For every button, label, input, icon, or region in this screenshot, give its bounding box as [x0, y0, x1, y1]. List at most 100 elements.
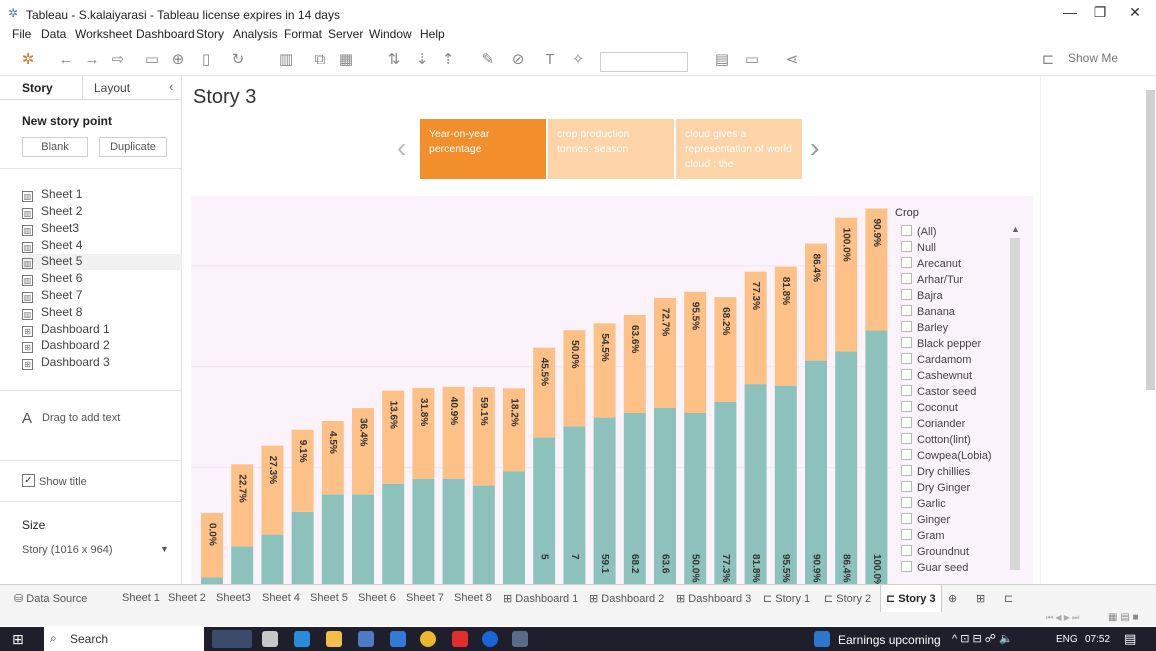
highlight-icon[interactable]: ✎: [478, 50, 498, 70]
facebook-icon[interactable]: [482, 631, 498, 647]
legend-item[interactable]: Ginger: [901, 513, 950, 529]
bar-lower[interactable]: [472, 485, 495, 584]
drag-text-label[interactable]: Drag to add text: [42, 412, 120, 424]
legend-item[interactable]: Arecanut: [901, 257, 961, 273]
sheet-tab[interactable]: Sheet 4: [262, 592, 300, 604]
legend-item[interactable]: Cardamom: [901, 353, 971, 369]
legend-item[interactable]: Black pepper: [901, 337, 981, 353]
chevron-up-icon[interactable]: ▲: [1011, 224, 1020, 234]
sheet-item[interactable]: ▥ Sheet 2: [22, 204, 82, 220]
sheet-tab[interactable]: Sheet 5: [310, 592, 348, 604]
menu-format[interactable]: Format: [284, 27, 322, 41]
bar-lower[interactable]: [865, 330, 888, 584]
chrome-icon[interactable]: [420, 631, 436, 647]
undo-icon[interactable]: ←: [56, 50, 76, 70]
replay-icon[interactable]: ⇨: [108, 50, 128, 70]
taskbar-search[interactable]: ⌕ Search: [44, 627, 204, 651]
refresh-icon[interactable]: ↻: [228, 50, 248, 70]
view-mode-icon[interactable]: ▦ ▤ ■: [1108, 612, 1139, 623]
notifications-icon[interactable]: ▤: [1124, 631, 1136, 647]
menu-data[interactable]: Data: [41, 27, 66, 41]
menu-worksheet[interactable]: Worksheet: [75, 27, 132, 41]
tableau-home-icon[interactable]: ✲: [18, 50, 38, 70]
dashboard-tab[interactable]: ⊞ Dashboard 3: [676, 592, 751, 605]
language-indicator[interactable]: ENG: [1056, 634, 1078, 645]
bar-lower[interactable]: [382, 483, 405, 584]
sheet-tab[interactable]: Sheet 7: [406, 592, 444, 604]
menu-file[interactable]: File: [12, 27, 31, 41]
story-point-1[interactable]: Year-on-year percentage: [420, 119, 546, 179]
bar-lower[interactable]: [563, 426, 586, 584]
legend-item[interactable]: Gram: [901, 529, 945, 545]
save-icon[interactable]: ▭: [142, 50, 162, 70]
checkbox[interactable]: [901, 305, 912, 316]
sheet-item[interactable]: ⊞ Dashboard 1: [22, 322, 110, 338]
news-text[interactable]: Earnings upcoming: [838, 633, 941, 647]
legend-item[interactable]: Cowpea(Lobia): [901, 449, 992, 465]
menu-analysis[interactable]: Analysis: [233, 27, 278, 41]
youtube-icon[interactable]: [452, 631, 468, 647]
legend-item[interactable]: Bajra: [901, 289, 943, 305]
menu-window[interactable]: Window: [369, 27, 412, 41]
checkbox[interactable]: [901, 353, 912, 364]
new-dashboard-tab-icon[interactable]: ⊞: [976, 592, 985, 605]
sheet-tab[interactable]: Sheet3: [216, 592, 251, 604]
menu-server[interactable]: Server: [328, 27, 363, 41]
legend-item[interactable]: (All): [901, 225, 937, 241]
story-tab-active[interactable]: ⊏ Story 3: [880, 585, 942, 613]
stacked-bar-chart[interactable]: 0.0% 22.7% 27.3% 9.1% 4.5% 36.4% 13.6% 31.8% 40.…: [191, 196, 891, 584]
show-me-button[interactable]: Show Me: [1068, 51, 1118, 65]
checkbox[interactable]: [901, 481, 912, 492]
checkbox[interactable]: [901, 513, 912, 524]
sheet-tab[interactable]: Sheet 2: [168, 592, 206, 604]
new-worksheet-tab-icon[interactable]: ⊕: [948, 592, 957, 605]
sheet-item[interactable]: ⊞ Dashboard 2: [22, 338, 110, 354]
checkbox[interactable]: [901, 369, 912, 380]
legend-item[interactable]: Coriander: [901, 417, 965, 433]
minimize-button[interactable]: —: [1055, 4, 1085, 24]
sheet-item[interactable]: ⊞ Dashboard 3: [22, 355, 110, 371]
bar-lower[interactable]: [442, 478, 465, 584]
windows-start-icon[interactable]: ⊞: [12, 631, 24, 648]
checkbox[interactable]: [901, 433, 912, 444]
checkbox[interactable]: [901, 529, 912, 540]
show-title-checkbox[interactable]: ✓: [22, 474, 35, 487]
legend-scrollbar[interactable]: [1010, 238, 1020, 570]
legend-item[interactable]: Guar seed: [901, 561, 968, 577]
legend-item[interactable]: Castor seed: [901, 385, 976, 401]
bar-lower[interactable]: [291, 511, 314, 584]
duplicate-button[interactable]: Duplicate: [99, 137, 167, 157]
legend-item[interactable]: Groundnut: [901, 545, 969, 561]
menu-help[interactable]: Help: [420, 27, 445, 41]
sheet-tab[interactable]: Sheet 6: [358, 592, 396, 604]
pin-icon[interactable]: ✧: [568, 50, 588, 70]
sheet-item[interactable]: ▥ Sheet 1: [22, 187, 82, 203]
legend-item[interactable]: Banana: [901, 305, 955, 321]
new-datasource-icon[interactable]: ⊕: [168, 50, 188, 70]
bar-lower[interactable]: [261, 534, 284, 584]
text-object-icon[interactable]: A: [22, 410, 32, 427]
share-icon[interactable]: ⋖: [782, 50, 802, 70]
tableau-taskbar-icon[interactable]: [512, 631, 528, 647]
legend-item[interactable]: Coconut: [901, 401, 958, 417]
checkbox[interactable]: [901, 417, 912, 428]
bar-lower[interactable]: [352, 494, 374, 584]
checkbox[interactable]: [901, 449, 912, 460]
checkbox[interactable]: [901, 289, 912, 300]
pause-updates-icon[interactable]: ▯: [196, 50, 216, 70]
clear-sheet-icon[interactable]: ▦: [336, 50, 356, 70]
sheet-tab[interactable]: Sheet 1: [122, 592, 160, 604]
sheet-tab[interactable]: Sheet 8: [454, 592, 492, 604]
checkbox[interactable]: [901, 385, 912, 396]
tab-layout[interactable]: Layout: [94, 81, 130, 95]
bar-lower[interactable]: [533, 437, 556, 584]
blank-button[interactable]: Blank: [22, 137, 88, 157]
legend-item[interactable]: Dry Ginger: [901, 481, 970, 497]
story-tab[interactable]: ⊏ Story 1: [763, 592, 810, 605]
checkbox[interactable]: [901, 257, 912, 268]
new-worksheet-icon[interactable]: ▥: [276, 50, 296, 70]
dashboard-tab[interactable]: ⊞ Dashboard 1: [503, 592, 578, 605]
legend-item[interactable]: Barley: [901, 321, 948, 337]
menu-story[interactable]: Story: [196, 27, 224, 41]
bar-lower[interactable]: [321, 494, 344, 584]
